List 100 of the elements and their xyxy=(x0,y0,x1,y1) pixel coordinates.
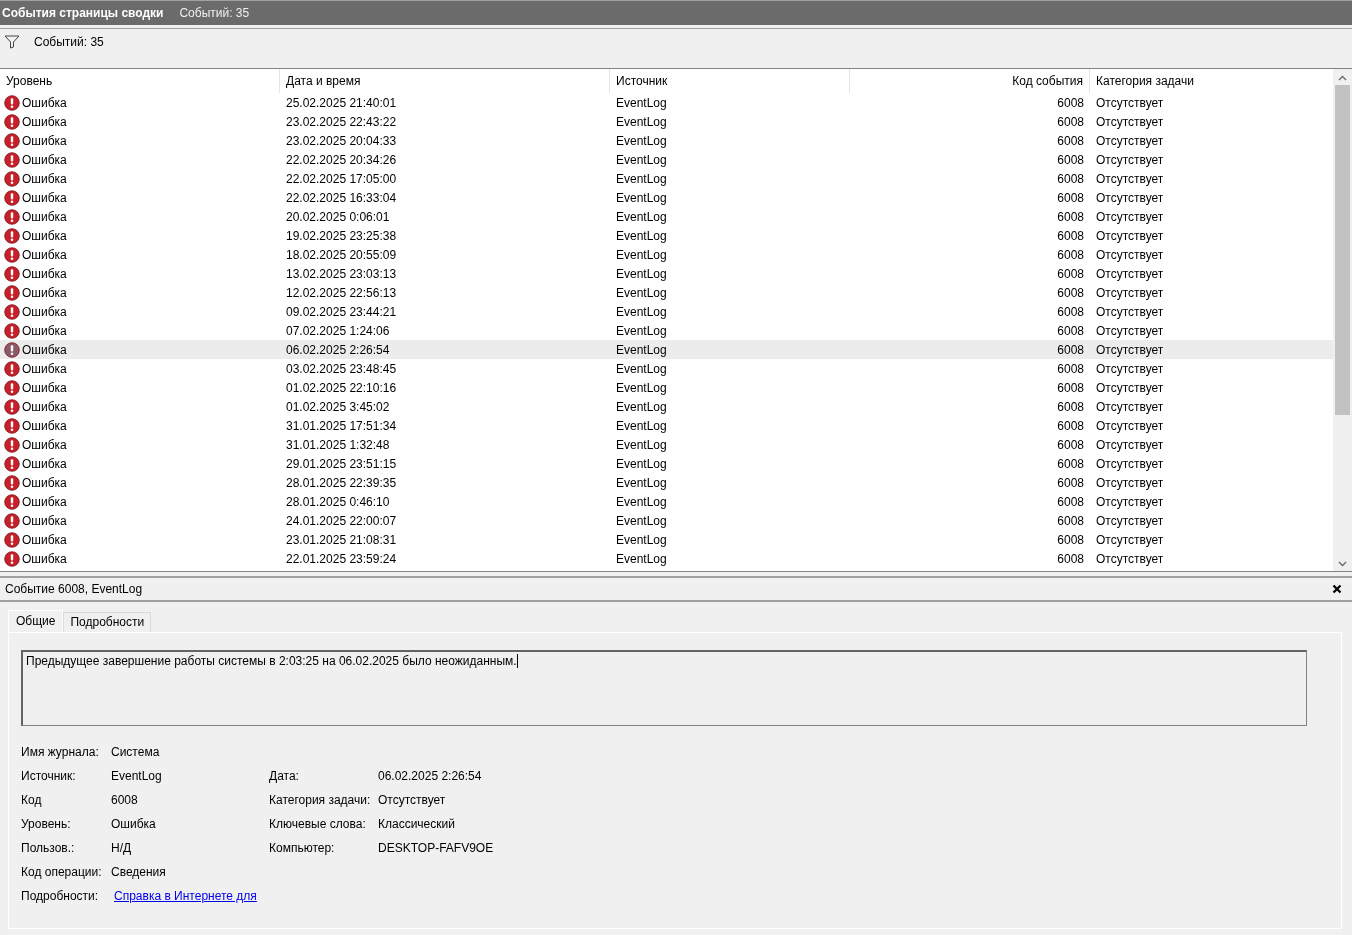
table-cell: 24.01.2025 22:00:07 xyxy=(286,513,397,528)
help-link[interactable]: Справка в Интернете для xyxy=(114,889,257,903)
event-row[interactable]: Ошибка 03.02.2025 23:48:45 EventLog 6008 Отсутствует xyxy=(0,359,1333,378)
table-cell: 6008 xyxy=(1057,437,1084,452)
table-cell: Отсутствует xyxy=(1096,266,1164,281)
event-row[interactable]: Ошибка 23.02.2025 20:04:33 EventLog 6008 Отсутствует xyxy=(0,131,1333,150)
column-header[interactable]: Уровень xyxy=(0,69,280,93)
column-header[interactable]: Категория задачи xyxy=(1090,69,1333,93)
table-cell: 6008 xyxy=(1057,285,1084,300)
column-header[interactable]: Код события xyxy=(850,69,1090,93)
error-icon xyxy=(4,113,20,130)
field-label: Имя журнала: xyxy=(21,745,100,759)
error-icon xyxy=(4,417,20,434)
table-cell: 6008 xyxy=(1057,114,1084,129)
event-row[interactable]: Ошибка 22.01.2025 23:59:24 EventLog 6008 Отсутствует xyxy=(0,549,1333,568)
column-header[interactable]: Дата и время xyxy=(280,69,610,93)
tab[interactable]: Общие xyxy=(8,610,64,632)
table-cell: EventLog xyxy=(616,247,667,262)
field-label: Категория задачи: xyxy=(269,793,372,807)
table-cell: Ошибка xyxy=(22,266,67,281)
close-icon[interactable] xyxy=(1332,584,1342,594)
table-cell: 09.02.2025 23:44:21 xyxy=(286,304,397,319)
tab[interactable]: Подробности xyxy=(63,612,152,632)
table-cell: Отсутствует xyxy=(1096,437,1164,452)
table-cell: 25.02.2025 21:40:01 xyxy=(286,95,397,110)
field-value: EventLog xyxy=(111,769,162,783)
error-icon xyxy=(4,227,20,244)
table-cell: Отсутствует xyxy=(1096,532,1164,547)
field-value: Классический xyxy=(378,817,455,831)
table-cell: 6008 xyxy=(1057,304,1084,319)
table-cell: Ошибка xyxy=(22,114,67,129)
event-row[interactable]: Ошибка 31.01.2025 17:51:34 EventLog 6008 Отсутствует xyxy=(0,416,1333,435)
event-row[interactable]: Ошибка 28.01.2025 22:39:35 EventLog 6008 Отсутствует xyxy=(0,473,1333,492)
table-cell: EventLog xyxy=(616,475,667,490)
table-cell: 29.01.2025 23:51:15 xyxy=(286,456,397,471)
column-header[interactable]: Источник xyxy=(610,69,850,93)
event-row[interactable]: Ошибка 19.02.2025 23:25:38 EventLog 6008 Отсутствует xyxy=(0,226,1333,245)
table-cell: 18.02.2025 20:55:09 xyxy=(286,247,397,262)
scroll-down-icon[interactable] xyxy=(1338,561,1347,567)
event-row[interactable]: Ошибка 24.01.2025 22:00:07 EventLog 6008 Отсутствует xyxy=(0,511,1333,530)
error-icon xyxy=(4,379,20,396)
event-row[interactable]: Ошибка 23.02.2025 22:43:22 EventLog 6008 Отсутствует xyxy=(0,112,1333,131)
table-cell: 31.01.2025 1:32:48 xyxy=(286,437,390,452)
table-cell: Ошибка xyxy=(22,342,67,357)
event-row[interactable]: Ошибка 06.02.2025 2:26:54 EventLog 6008 Отсутствует xyxy=(0,340,1333,359)
table-cell: 23.02.2025 20:04:33 xyxy=(286,133,397,148)
table-cell: 28.01.2025 0:46:10 xyxy=(286,494,390,509)
table-cell: Отсутствует xyxy=(1096,285,1164,300)
table-cell: Ошибка xyxy=(22,551,67,566)
scrollbar-thumb[interactable] xyxy=(1335,85,1350,415)
table-cell: EventLog xyxy=(616,266,667,281)
table-cell: EventLog xyxy=(616,456,667,471)
table-cell: EventLog xyxy=(616,342,667,357)
table-cell: Отсутствует xyxy=(1096,551,1164,566)
event-row[interactable]: Ошибка 13.02.2025 23:03:13 EventLog 6008 Отсутствует xyxy=(0,264,1333,283)
table-cell: EventLog xyxy=(616,532,667,547)
event-row[interactable]: Ошибка 01.02.2025 3:45:02 EventLog 6008 Отсутствует xyxy=(0,397,1333,416)
table-cell: 28.01.2025 22:39:35 xyxy=(286,475,397,490)
event-row[interactable]: Ошибка 07.02.2025 1:24:06 EventLog 6008 Отсутствует xyxy=(0,321,1333,340)
table-cell: Отсутствует xyxy=(1096,171,1164,186)
scroll-up-icon[interactable] xyxy=(1338,75,1347,81)
table-cell: 6008 xyxy=(1057,190,1084,205)
event-row[interactable]: Ошибка 22.02.2025 17:05:00 EventLog 6008 Отсутствует xyxy=(0,169,1333,188)
event-row[interactable]: Ошибка 31.01.2025 1:32:48 EventLog 6008 Отсутствует xyxy=(0,435,1333,454)
table-cell: 03.02.2025 23:48:45 xyxy=(286,361,397,376)
event-row[interactable]: Ошибка 20.02.2025 0:06:01 EventLog 6008 Отсутствует xyxy=(0,207,1333,226)
event-row[interactable]: Ошибка 09.02.2025 23:44:21 EventLog 6008 Отсутствует xyxy=(0,302,1333,321)
table-cell: EventLog xyxy=(616,437,667,452)
event-count: Событий: 35 xyxy=(34,35,104,49)
field-label: Дата: xyxy=(269,769,300,783)
table-cell: Отсутствует xyxy=(1096,133,1164,148)
table-cell: Ошибка xyxy=(22,133,67,148)
table-cell: 20.02.2025 0:06:01 xyxy=(286,209,390,224)
table-cell: Ошибка xyxy=(22,228,67,243)
event-row[interactable]: Ошибка 12.02.2025 22:56:13 EventLog 6008 Отсутствует xyxy=(0,283,1333,302)
table-cell: EventLog xyxy=(616,323,667,338)
table-cell: 6008 xyxy=(1057,380,1084,395)
event-row[interactable]: Ошибка 22.02.2025 20:34:26 EventLog 6008 Отсутствует xyxy=(0,150,1333,169)
event-row[interactable]: Ошибка 25.02.2025 21:40:01 EventLog 6008 Отсутствует xyxy=(0,93,1333,112)
table-cell: EventLog xyxy=(616,133,667,148)
table-cell: Ошибка xyxy=(22,152,67,167)
event-row[interactable]: Ошибка 01.02.2025 22:10:16 EventLog 6008 Отсутствует xyxy=(0,378,1333,397)
event-row[interactable]: Ошибка 28.01.2025 0:46:10 EventLog 6008 Отсутствует xyxy=(0,492,1333,511)
table-cell: 6008 xyxy=(1057,361,1084,376)
scrollbar[interactable] xyxy=(1333,69,1352,571)
table-cell: Ошибка xyxy=(22,532,67,547)
filter-icon[interactable] xyxy=(4,35,20,49)
field-label: Уровень: xyxy=(21,817,72,831)
event-row[interactable]: Ошибка 22.02.2025 16:33:04 EventLog 6008 Отсутствует xyxy=(0,188,1333,207)
event-row[interactable]: Ошибка 23.01.2025 21:08:31 EventLog 6008 Отсутствует xyxy=(0,530,1333,549)
table-cell: 22.01.2025 23:59:24 xyxy=(286,551,397,566)
event-row[interactable]: Ошибка 18.02.2025 20:55:09 EventLog 6008 Отсутствует xyxy=(0,245,1333,264)
error-icon xyxy=(4,531,20,548)
table-cell: Ошибка xyxy=(22,380,67,395)
field-value: Система xyxy=(111,745,160,759)
event-row[interactable]: Ошибка 29.01.2025 23:51:15 EventLog 6008 Отсутствует xyxy=(0,454,1333,473)
table-cell: Отсутствует xyxy=(1096,494,1164,509)
table-cell: Отсутствует xyxy=(1096,513,1164,528)
error-icon xyxy=(4,474,20,491)
table-cell: EventLog xyxy=(616,399,667,414)
